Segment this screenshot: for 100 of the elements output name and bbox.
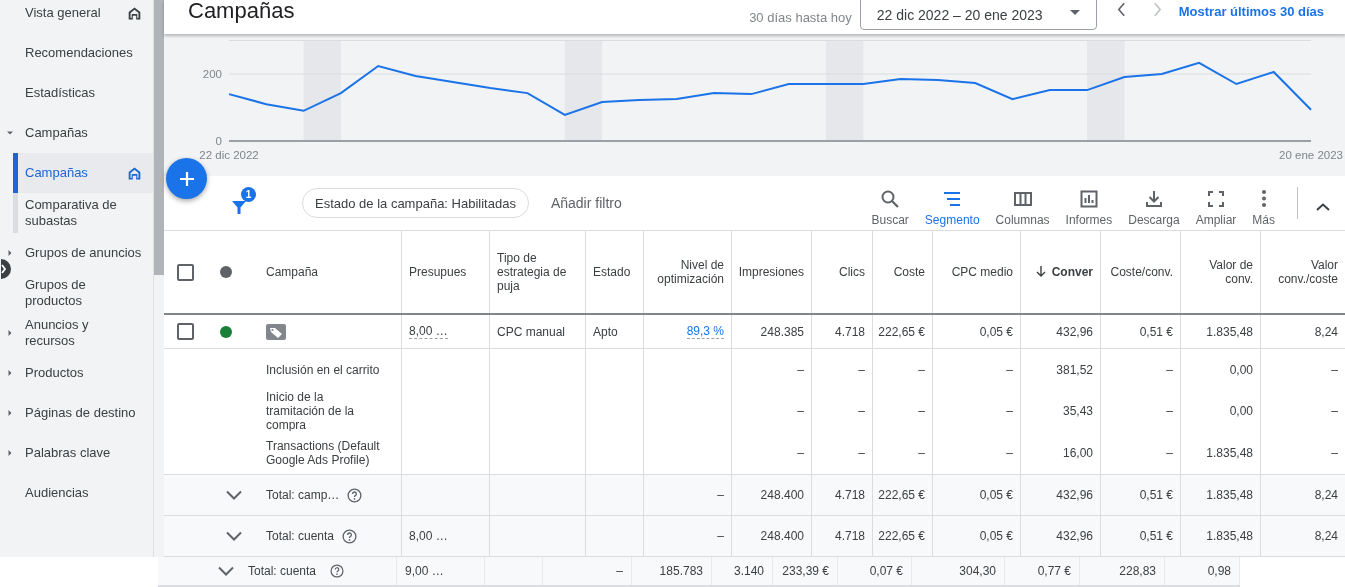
nav-item[interactable]: Audiencias <box>0 473 153 513</box>
column-header[interactable]: Clics <box>812 231 873 313</box>
x-tick-label: 20 ene 2023 <box>1279 149 1343 162</box>
table-cell: CPC manual <box>497 324 566 339</box>
table-cell: – <box>1166 403 1173 418</box>
dropdown-caret-icon <box>1069 9 1080 15</box>
table-cell: 248.400 <box>760 488 804 502</box>
table-cell: 35,43 <box>1062 403 1093 418</box>
fullscreen-icon <box>1206 189 1226 210</box>
segment-label: Inicio de la tramitación de la compra <box>266 390 356 431</box>
table-cell: – <box>616 564 623 578</box>
status-dot-icon <box>220 266 232 278</box>
column-header[interactable]: Campaña <box>246 231 402 313</box>
nav-item[interactable]: Grupos de anuncios <box>0 233 153 273</box>
table-cell: – <box>1006 362 1013 377</box>
table-cell: 228,83 <box>1119 564 1156 578</box>
table-cell: 0,07 € <box>869 564 903 578</box>
column-header[interactable]: Estado <box>586 231 644 313</box>
nav-item[interactable]: Anuncios y recursos <box>0 313 153 353</box>
table-cell: 432,96 <box>1056 529 1093 543</box>
nav-item[interactable]: Grupos de productos <box>0 273 153 313</box>
column-header[interactable]: Impresiones <box>732 231 812 313</box>
toolbar-button[interactable]: Descarga <box>1120 189 1188 228</box>
table-cell: 0,51 € <box>1139 488 1173 502</box>
table-cell: 8,00 … <box>409 324 448 339</box>
x-tick-label: 22 dic 2022 <box>199 149 259 162</box>
toolbar-button[interactable]: Ampliar <box>1187 189 1245 228</box>
table-cell: 0,77 € <box>1037 564 1071 578</box>
table-cell: 8,24 <box>1314 488 1338 502</box>
toolbar-button[interactable]: Segmento <box>916 189 988 228</box>
date-range-dropdown[interactable]: 22 dic 2022 – 20 ene 2023 <box>859 0 1097 31</box>
score-link[interactable]: 89,3 % <box>686 324 724 339</box>
table-cell: – <box>1331 362 1338 377</box>
toolbar-button[interactable]: Informes <box>1057 189 1121 228</box>
column-header[interactable]: Coste/conv. <box>1101 231 1181 313</box>
table-cell: – <box>1331 403 1338 418</box>
nav-item[interactable]: Productos <box>0 353 153 393</box>
table-cell: 222,65 € <box>878 529 925 543</box>
table-cell: – <box>797 403 804 418</box>
table-cell: 1.835,48 <box>1206 324 1253 339</box>
tag-icon <box>266 323 286 340</box>
table-cell: 0,05 € <box>979 529 1013 543</box>
select-all-checkbox[interactable] <box>176 263 194 281</box>
help-icon[interactable] <box>342 528 358 544</box>
column-header[interactable]: Valor de conv. <box>1181 231 1261 313</box>
table-cell: – <box>797 445 804 460</box>
total-label: Total: cuenta <box>248 564 317 578</box>
y-tick-label: 200 <box>202 68 222 81</box>
toolbar-button[interactable]: Buscar <box>863 189 917 228</box>
help-icon[interactable] <box>347 487 363 503</box>
show-last-30-days-link[interactable]: Mostrar últimos 30 días <box>1178 3 1324 19</box>
more-icon <box>1261 190 1266 208</box>
nav-item[interactable]: Campañas <box>13 153 153 193</box>
nav-item[interactable]: Campañas <box>0 113 153 153</box>
column-header[interactable]: Valor conv./coste <box>1261 231 1345 313</box>
table-cell: – <box>1006 403 1013 418</box>
filter-chip[interactable]: Estado de la campaña: Habilitadas <box>302 188 529 219</box>
nav-item[interactable]: Vista general <box>0 0 153 33</box>
toolbar-button[interactable]: Columnas <box>987 189 1058 228</box>
table-cell: 1.835,48 <box>1206 488 1253 502</box>
add-filter-button[interactable]: Añadir filtro <box>544 194 628 213</box>
table-cell: 222,65 € <box>878 324 925 339</box>
table-cell: 4.718 <box>834 529 865 543</box>
nav-item[interactable]: Estadísticas <box>0 73 153 113</box>
chevron-right-icon <box>1153 2 1163 18</box>
column-header[interactable]: Presupues <box>402 231 490 313</box>
table-cell: – <box>858 362 865 377</box>
column-header[interactable]: Tipo de estrategia de puja <box>490 231 586 313</box>
bar-chart-icon <box>1078 189 1099 210</box>
toolbar-button[interactable]: Más <box>1244 189 1283 228</box>
nav-item[interactable]: Páginas de destino <box>0 393 153 433</box>
nav-item[interactable]: Recomendaciones <box>0 33 153 73</box>
total-label: Total: camp… <box>266 488 340 502</box>
y-tick-label: 0 <box>215 135 222 148</box>
chevron-up-icon <box>1316 202 1330 211</box>
column-header[interactable]: Nivel de optimización <box>644 231 732 313</box>
table-cell: 248.385 <box>760 324 804 339</box>
add-button[interactable] <box>166 158 207 199</box>
nav-item[interactable]: Palabras clave <box>0 433 153 473</box>
table-cell: – <box>918 445 925 460</box>
help-icon[interactable] <box>330 564 345 578</box>
chevron-down-icon[interactable] <box>226 490 242 500</box>
chevron-down-icon[interactable] <box>218 566 234 576</box>
row-checkbox[interactable] <box>176 323 194 340</box>
table-cell: 233,39 € <box>782 564 829 578</box>
table-cell: – <box>1166 445 1173 460</box>
column-header[interactable]: Coste <box>873 231 933 313</box>
table-cell: 8,24 <box>1314 324 1338 339</box>
chevron-left-icon <box>1117 2 1127 18</box>
table-cell: 222,65 € <box>878 488 925 502</box>
scrollbar-thumb[interactable] <box>154 0 164 275</box>
table-cell: – <box>918 403 925 418</box>
column-header[interactable]: Conver <box>1021 231 1101 313</box>
table-cell: – <box>797 362 804 377</box>
chevron-down-icon[interactable] <box>226 531 242 541</box>
table-cell: 432,96 <box>1056 324 1093 339</box>
column-header[interactable]: CPC medio <box>933 231 1021 313</box>
table-cell: Apto <box>593 324 618 339</box>
table-cell: 0,51 € <box>1139 324 1173 339</box>
segment-label: Transactions (Default Google Ads Profile) <box>266 438 381 467</box>
